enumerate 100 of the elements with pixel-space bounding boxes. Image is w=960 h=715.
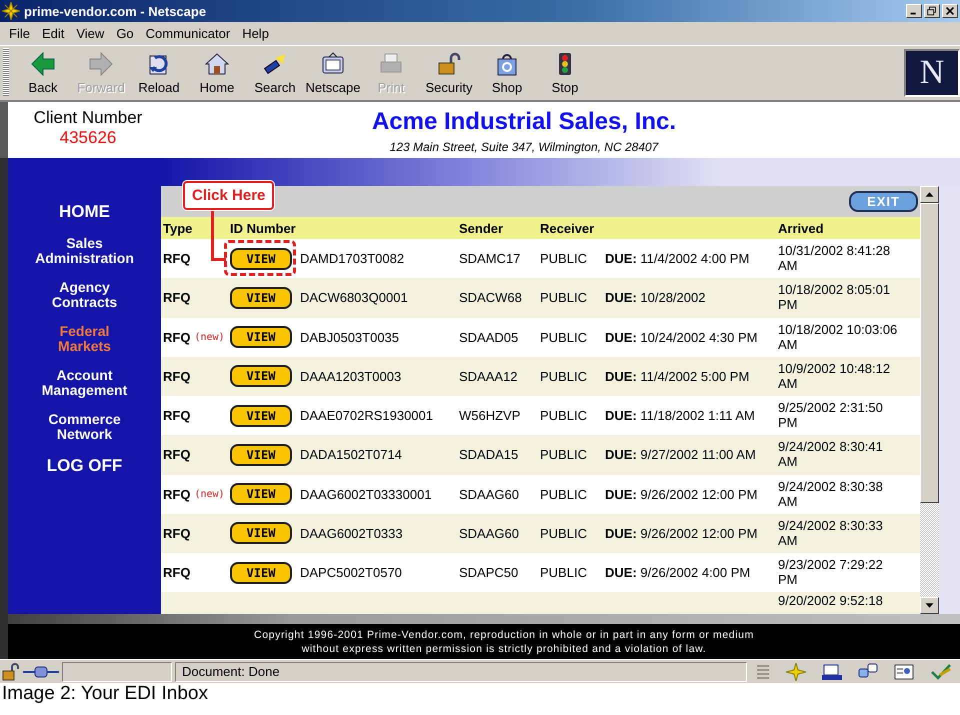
chat-bubbles-icon[interactable]	[858, 662, 878, 680]
star-icon[interactable]	[786, 662, 806, 680]
arrow-right-icon	[89, 52, 113, 76]
leader-line	[211, 211, 226, 261]
view-button[interactable]: VIEW	[230, 444, 292, 466]
type-cell: RFQ	[163, 447, 190, 462]
sidebar-link[interactable]: LOG OFF	[46, 456, 122, 476]
menu-item[interactable]: File	[4, 24, 35, 43]
sidebar-link[interactable]: HOME	[59, 202, 110, 222]
receiver-cell: PUBLIC	[540, 290, 587, 306]
sidebar-link[interactable]: Agency Contracts	[52, 280, 118, 310]
menu-item[interactable]: View	[71, 24, 110, 43]
view-button[interactable]: VIEW	[230, 365, 292, 388]
type-cell: RFQ	[163, 486, 190, 502]
sidebar-link[interactable]: Sales Administration	[35, 236, 134, 266]
view-button[interactable]: VIEW	[230, 404, 292, 427]
receiver-cell: PUBLIC	[540, 408, 587, 424]
client-number: 435626	[60, 128, 116, 148]
callout-label: Click Here	[183, 181, 274, 210]
sender-cell: SDADA15	[459, 447, 518, 462]
pen-checkmark-icon[interactable]	[930, 662, 952, 680]
view-button[interactable]: VIEW	[230, 326, 292, 348]
sender-cell: SDAMC17	[459, 251, 520, 266]
sidebar-link[interactable]: Account Management	[42, 368, 128, 398]
sender-cell: W56HZVP	[459, 408, 520, 424]
view-button[interactable]: VIEW	[230, 562, 292, 584]
due-date-cell: DUE: 11/4/2002 5:00 PM	[605, 368, 750, 384]
toolbar-button[interactable]: Stop	[536, 48, 594, 98]
view-button[interactable]: VIEW	[230, 248, 292, 270]
id-number-cell: DAPC5002T0570	[300, 565, 402, 580]
menu-item[interactable]: Edit	[36, 24, 70, 43]
toolbar-button[interactable]: Search	[246, 48, 304, 98]
due-date-cell: DUE: 10/24/2002 4:30 PM	[605, 330, 758, 345]
id-number-cell: DAAG6002T03330001	[300, 486, 432, 502]
arrived-cell: 9/23/2002 7:29:22 PM	[778, 557, 883, 588]
column-header: Receiver	[539, 220, 596, 236]
id-number-cell: DACW6803Q0001	[300, 290, 408, 306]
sender-cell: SDACW68	[459, 290, 522, 306]
dashed-highlight	[224, 240, 296, 276]
scroll-down-button[interactable]	[920, 597, 939, 614]
receiver-cell: PUBLIC	[540, 526, 587, 541]
arrived-cell: 9/25/2002 2:31:50 PM	[778, 400, 883, 430]
browser-logo[interactable]: N	[904, 49, 960, 97]
toolbar-button[interactable]: Netscape	[304, 48, 362, 98]
status-text: Document: Done	[175, 662, 747, 682]
type-cell: RFQ	[163, 290, 190, 306]
type-cell: RFQ	[163, 368, 190, 384]
menu-item[interactable]: Go	[111, 24, 139, 43]
toolbar-button[interactable]: Home	[188, 48, 246, 98]
receiver-cell: PUBLIC	[540, 330, 587, 345]
column-header: Sender	[458, 220, 504, 236]
padlock-icon[interactable]	[2, 662, 20, 680]
house-icon	[205, 52, 229, 76]
column-header: Type	[162, 220, 194, 236]
view-button[interactable]: VIEW	[230, 483, 292, 506]
sender-cell: SDAPC50	[459, 565, 518, 580]
star-icon	[2, 2, 20, 20]
sender-cell: SDAAG60	[459, 526, 519, 541]
due-date-cell: DUE: 11/18/2002 1:11 AM	[605, 408, 755, 424]
close-button[interactable]	[942, 4, 958, 18]
due-date-cell: DUE: 9/27/2002 11:00 AM	[605, 447, 756, 462]
receiver-cell: PUBLIC	[540, 447, 587, 462]
scroll-thumb[interactable]	[920, 203, 939, 503]
sender-cell: SDAAA12	[459, 368, 518, 384]
arrived-cell: 9/24/2002 8:30:41 AM	[778, 439, 883, 470]
column-header: ID Number	[229, 220, 297, 236]
connection-plug-icon	[23, 664, 59, 680]
list-icon[interactable]	[756, 662, 770, 680]
id-number-cell: DAAG6002T0333	[300, 526, 403, 541]
menu-item[interactable]: Communicator	[140, 24, 236, 43]
sidebar-link[interactable]: Federal Markets	[58, 324, 111, 354]
scroll-up-button[interactable]	[920, 186, 939, 203]
company-address: 123 Main Street, Suite 347, Wilmington, NC 28407	[390, 140, 658, 154]
id-number-cell: DADA1502T0714	[300, 447, 402, 462]
due-date-cell: DUE: 11/4/2002 4:00 PM	[605, 251, 750, 266]
toolbar-button[interactable]: Shop	[478, 48, 536, 98]
shopping-bag-icon	[495, 52, 519, 76]
view-button[interactable]: VIEW	[230, 522, 292, 544]
menu-item[interactable]: Help	[237, 24, 274, 43]
inbox-tray-icon[interactable]	[822, 662, 842, 680]
toolbar-button[interactable]: Security	[420, 48, 478, 98]
address-card-icon[interactable]	[894, 662, 914, 680]
copyright-notice: Copyright 1996-2001 Prime-Vendor.com, reproduction in whole or in part in any form or medium without express written permission is strictly prohibited and a violation of law.	[253, 628, 755, 656]
type-cell: RFQ	[163, 330, 190, 345]
type-cell: RFQ	[163, 565, 190, 580]
arrow-left-icon	[31, 52, 55, 76]
minimize-button[interactable]	[906, 4, 922, 18]
toolbar-button[interactable]: Back	[14, 48, 72, 98]
window-title: prime-vendor.com - Netscape	[24, 4, 208, 18]
scrollbar[interactable]	[920, 186, 939, 614]
restore-button[interactable]	[924, 4, 940, 18]
due-date-cell: DUE: 9/26/2002 4:00 PM	[605, 565, 750, 580]
toolbar-button[interactable]: Reload	[130, 48, 188, 98]
new-tag: (new)	[194, 332, 225, 343]
column-header: Arrived	[777, 220, 825, 236]
view-button[interactable]: VIEW	[230, 286, 292, 309]
flashlight-icon	[263, 52, 287, 76]
receiver-cell: PUBLIC	[540, 486, 587, 502]
id-number-cell: DABJ0503T0035	[300, 330, 400, 345]
sidebar-link[interactable]: Commerce Network	[48, 412, 121, 442]
